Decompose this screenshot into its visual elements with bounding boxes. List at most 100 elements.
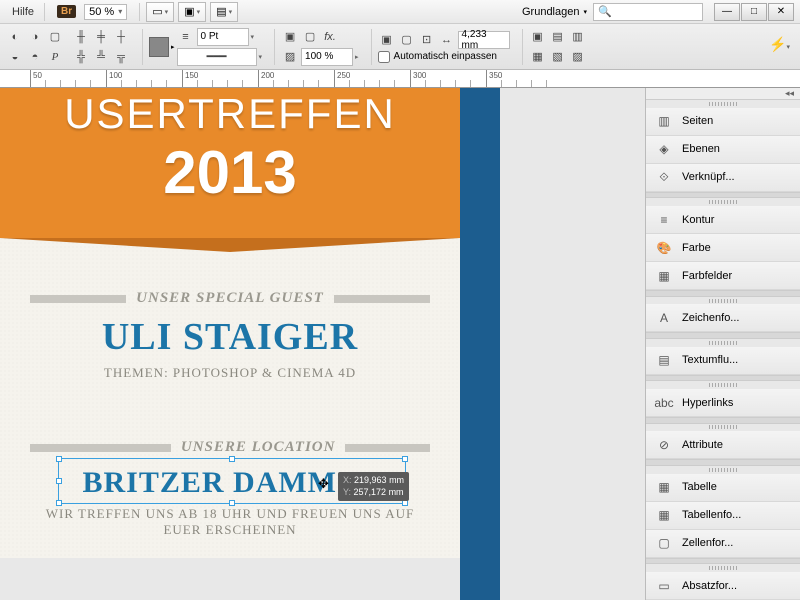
- panel-item[interactable]: ⊘ Attribute: [646, 431, 800, 459]
- fx-icon[interactable]: ▣: [281, 28, 299, 46]
- opacity-icon[interactable]: ▨: [281, 48, 299, 66]
- wrap-icon[interactable]: ▧: [549, 48, 567, 66]
- cursor-position-tooltip: X: 219,963 mm Y: 257,172 mm: [338, 472, 409, 501]
- panel-item[interactable]: ▤ Textumflu...: [646, 347, 800, 375]
- wrap-icon[interactable]: ▥: [569, 28, 587, 46]
- align-icon[interactable]: ┼: [112, 28, 130, 46]
- panel-label: Kontur: [682, 214, 714, 226]
- panel-item[interactable]: ◈Ebenen: [646, 136, 800, 164]
- panel-item[interactable]: ▭ Absatzfor...: [646, 572, 800, 600]
- panel-item[interactable]: ▦Tabelle: [646, 474, 800, 502]
- minimize-button[interactable]: —: [714, 3, 740, 21]
- panel-item[interactable]: ⟐ Verknüpf...: [646, 164, 800, 192]
- wrap-icon[interactable]: ▦: [529, 48, 547, 66]
- tool-icon[interactable]: ◒: [6, 48, 24, 66]
- panel-icon: ▥: [656, 113, 672, 129]
- collapse-panels-icon[interactable]: ◂◂: [646, 88, 800, 100]
- panel-label: Farbfelder: [682, 270, 732, 282]
- frame-fit-icon[interactable]: ⊡: [418, 31, 436, 49]
- panel-icon: ≡: [656, 212, 672, 228]
- fx-icon[interactable]: ▢: [301, 28, 319, 46]
- banner-title-2: 2013: [0, 138, 460, 207]
- panel-icon: ▭: [656, 578, 672, 594]
- panel-icon: ⟐: [656, 169, 672, 185]
- type-tool-icon[interactable]: P: [46, 48, 64, 66]
- panel-item[interactable]: ▦ Tabellenfo...: [646, 502, 800, 530]
- panel-label: Attribute: [682, 439, 723, 451]
- panel-icon: 🎨: [656, 240, 672, 256]
- screen-mode-button[interactable]: ▭▾: [146, 2, 174, 22]
- panel-label: Zellenfor...: [682, 537, 733, 549]
- panel-label: Tabellenfo...: [682, 509, 741, 521]
- control-bar: ◐◑▢ ◒◓P ╫╪┼ ╬╩╦ ▸ ≡0 Pt▾ ━━━▾ ▣▢fx. ▨100…: [0, 24, 800, 70]
- wrap-icon[interactable]: ▣: [529, 28, 547, 46]
- panel-icon: ◈: [656, 141, 672, 157]
- panel-icon: ▦: [656, 268, 672, 284]
- panel-label: Textumflu...: [682, 354, 738, 366]
- panel-label: Zeichenfo...: [682, 312, 739, 324]
- align-icon[interactable]: ╬: [72, 48, 90, 66]
- align-icon[interactable]: ╩: [92, 48, 110, 66]
- guest-topics: THEMEN: PHOTOSHOP & CINEMA 4D: [30, 365, 430, 381]
- panel-icon: ▢: [656, 535, 672, 551]
- search-field[interactable]: 🔍: [593, 3, 703, 21]
- panel-label: Verknüpf...: [682, 171, 735, 183]
- section-label: UNSER SPECIAL GUEST: [136, 290, 324, 307]
- panel-icon: ▦: [656, 479, 672, 495]
- panel-label: Hyperlinks: [682, 397, 733, 409]
- panel-label: Seiten: [682, 115, 713, 127]
- tool-icon[interactable]: ◑: [26, 28, 44, 46]
- tool-icon[interactable]: ◓: [26, 48, 44, 66]
- panel-icon: ▤: [656, 352, 672, 368]
- align-icon[interactable]: ╪: [92, 28, 110, 46]
- stroke-weight-field[interactable]: 0 Pt: [197, 28, 249, 46]
- panel-item[interactable]: ▢ Zellenfor...: [646, 530, 800, 558]
- horizontal-ruler: 50100150200250300350: [0, 70, 800, 88]
- frame-fit-icon[interactable]: ▣: [378, 31, 396, 49]
- fill-swatch[interactable]: ▸: [149, 37, 175, 57]
- bridge-badge[interactable]: Br: [57, 5, 76, 18]
- maximize-button[interactable]: □: [741, 3, 767, 21]
- panel-icon: ⊘: [656, 437, 672, 453]
- quick-apply-icon[interactable]: ⚡▾: [769, 36, 790, 53]
- close-button[interactable]: ✕: [768, 3, 794, 21]
- align-icon[interactable]: ╦: [112, 48, 130, 66]
- section-label: UNSERE LOCATION: [181, 439, 336, 456]
- cursor-icon: ✥: [318, 476, 329, 492]
- panel-item[interactable]: abc Hyperlinks: [646, 389, 800, 417]
- zoom-field[interactable]: 50 %▾: [84, 4, 127, 20]
- panel-item[interactable]: ≡ Kontur: [646, 206, 800, 234]
- wrap-icon[interactable]: ▤: [549, 28, 567, 46]
- canvas-area[interactable]: USERTREFFEN 2013 UNSER SPECIAL GUEST ULI…: [0, 88, 645, 600]
- stroke-style[interactable]: ━━━: [177, 48, 257, 66]
- menubar: Hilfe Br 50 %▾ ▭▾ ▣▾ ▤▾ Grundlagen▾ 🔍 — …: [0, 0, 800, 24]
- arrange-button[interactable]: ▣▾: [178, 2, 206, 22]
- align-icon[interactable]: ╫: [72, 28, 90, 46]
- menu-help[interactable]: Hilfe: [6, 6, 40, 18]
- wrap-icon[interactable]: ▨: [569, 48, 587, 66]
- frame-size-icon[interactable]: ↔: [438, 31, 456, 49]
- view-options-button[interactable]: ▤▾: [210, 2, 238, 22]
- tool-icon[interactable]: ◐: [6, 28, 24, 46]
- tool-icon[interactable]: ▢: [46, 28, 64, 46]
- panel-label: Absatzfor...: [682, 580, 737, 592]
- panel-item[interactable]: ▥ Seiten: [646, 108, 800, 136]
- panel-label: Farbe: [682, 242, 711, 254]
- opacity-field[interactable]: 100 %: [301, 48, 353, 66]
- stroke-icon[interactable]: ≡: [177, 28, 195, 46]
- guest-name: ULI STAIGER: [30, 315, 430, 359]
- panel-item[interactable]: 🎨 Farbe: [646, 234, 800, 262]
- panel-item[interactable]: ▦ Farbfelder: [646, 262, 800, 290]
- panel-dock: ◂◂ ▥ Seiten ◈Ebenen ⟐ Verknüpf... ≡ Kontur 🎨 Fa…: [645, 88, 800, 600]
- banner-title-1: USERTREFFEN: [0, 88, 460, 138]
- frame-size-field[interactable]: 4,233 mm: [458, 31, 510, 49]
- location-sub: WIR TREFFEN UNS AB 18 UHR UND FREUEN UNS…: [30, 506, 430, 538]
- panel-item[interactable]: A Zeichenfo...: [646, 304, 800, 332]
- panel-icon: A: [656, 310, 672, 326]
- frame-fit-icon[interactable]: ▢: [398, 31, 416, 49]
- panel-icon: ▦: [656, 507, 672, 523]
- panel-icon: abc: [656, 395, 672, 411]
- workspace-switcher[interactable]: Grundlagen▾: [516, 6, 593, 18]
- fx-button[interactable]: fx.: [321, 28, 339, 46]
- auto-fit-checkbox[interactable]: [378, 51, 390, 63]
